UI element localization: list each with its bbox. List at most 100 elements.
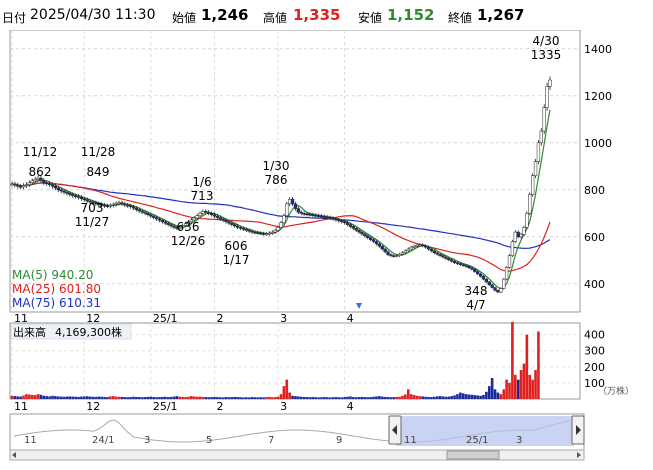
candle [59,189,63,192]
candle [21,185,26,188]
volume-bar [337,397,341,399]
volume-bar [418,396,422,399]
candle [412,245,416,248]
volume-bar [395,396,398,399]
volume-bar [71,396,75,399]
volume-bar [109,396,112,399]
candle [400,252,405,255]
volume-bar [519,370,523,399]
volume-bar [227,397,231,399]
candle [253,231,257,234]
date-label: 日付 [2,11,27,25]
candle [198,213,202,216]
volume-bar [505,379,508,399]
candle [30,180,34,183]
volume-bar [51,395,54,399]
candle [481,276,486,280]
candle [212,214,217,217]
candle [345,222,350,225]
volume-bar [54,396,57,399]
volume-bar [242,397,245,399]
volume-bar [45,396,49,399]
candle [504,267,509,280]
volume-bar [299,396,303,399]
volume-bar [204,397,208,399]
volume-bar [126,397,129,399]
candle [545,86,549,108]
candle [429,248,434,252]
volume-bar [464,394,468,399]
volume-bar [389,397,393,399]
navigator-scrollbar[interactable] [9,449,585,461]
candle [322,216,327,218]
candle [131,206,136,209]
candle [395,255,399,257]
annotation-value: 636 [177,220,200,234]
candle [418,244,422,247]
candle [102,204,107,207]
candle [76,196,81,198]
annotation-date: 11/12 [23,145,58,159]
volume-x-tick-label: 12 [86,400,100,413]
volume-x-axis-labels: 11 12 25/1 2 3 4 [14,400,354,413]
volume-bar [441,396,445,399]
candle [82,198,86,200]
candle [244,229,248,231]
volume-bar [516,379,520,399]
candle [319,215,324,218]
volume-bar [132,396,135,399]
candle [227,221,231,224]
volume-bar [372,396,375,399]
volume-label: 出来高 [13,325,46,339]
volume-bar [94,396,98,399]
candle [207,211,211,214]
annotation-value: 786 [265,173,288,187]
candle [423,245,428,248]
price-tick-label: 600 [584,231,605,244]
volume-bar [83,396,86,399]
candle [241,228,246,230]
volume-tick-label: 300 [584,345,605,358]
navigator-tick-label: 25/1 [466,435,488,446]
volume-bar [244,397,248,399]
volume-bar [56,396,60,399]
volume-bar [74,396,77,399]
volume-bar [323,397,326,399]
candle [380,245,384,250]
candle [166,222,170,225]
open-label: 始値 [172,11,197,25]
volume-bar [16,396,20,399]
price-tick-label: 800 [584,184,605,197]
volume-tick-label: 400 [584,329,605,342]
volume-bar [39,394,43,399]
volume-bar [247,397,251,399]
candle [140,210,144,213]
volume-bar [172,396,176,399]
volume-bar [114,396,118,399]
candle [285,203,289,216]
candle [45,182,49,184]
navigator-tick-label: 24/1 [92,435,114,446]
candle [117,202,121,204]
volume-bar [285,379,289,399]
volume-bar [343,397,346,399]
candle [261,233,266,235]
close-value: 1,267 [477,6,525,24]
candle [290,198,295,205]
candle [357,229,361,233]
annotation-date: 11/28 [81,145,116,159]
navigator-tick-label: 3 [144,435,150,446]
candle [487,281,491,285]
volume-bar [103,396,106,399]
navigator-left-handle[interactable] [388,415,402,445]
candle [314,214,318,217]
volume-bar [502,389,506,399]
candle [16,184,20,187]
volume-bar [77,396,80,399]
navigator-tick-label: 5 [206,435,212,446]
volume-bar [146,396,150,399]
candle [56,187,60,191]
navigator-right-handle[interactable] [571,415,585,445]
stock-chart[interactable]: 1400 1200 1000 800 600 400 11 12 25/1 2 3 4 11/12 8… [0,30,653,470]
volume-bar [453,395,456,399]
